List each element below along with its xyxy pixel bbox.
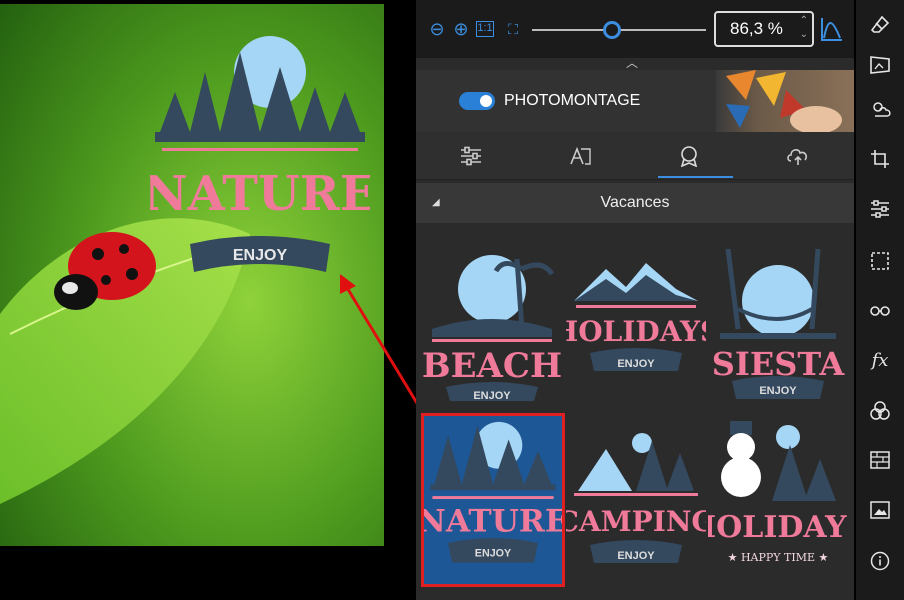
sticker-title: NATURE — [424, 503, 562, 539]
text-icon — [569, 146, 591, 165]
zoom-slider-knob[interactable] — [603, 21, 621, 39]
photomontage-toggle[interactable] — [459, 92, 495, 110]
weather-icon[interactable] — [856, 84, 904, 134]
crop-icon[interactable] — [856, 134, 904, 184]
category-header[interactable]: ◢ Vacances — [416, 183, 854, 223]
actual-size-icon[interactable]: 1:1 — [476, 21, 494, 37]
sticker-ribbon: ENJOY — [475, 548, 511, 560]
banner-image — [716, 70, 854, 132]
tab-stickers[interactable] — [634, 132, 743, 180]
blend-icon[interactable] — [856, 386, 904, 436]
zoom-out-icon[interactable]: ⊖ — [426, 18, 448, 40]
sticker-ribbon: ENJOY — [473, 390, 511, 401]
sticker-title: HOLIDAYS — [708, 510, 848, 545]
zoom-spinner-icon[interactable]: ⌃ ⌄ — [800, 14, 808, 42]
frame-icon[interactable] — [856, 486, 904, 536]
sticker-nature[interactable]: NATURE ENJOY — [417, 413, 569, 587]
tools-toolbar: fx — [856, 0, 904, 600]
histogram-icon[interactable] — [820, 16, 844, 42]
sticker-ribbon: ENJOY — [617, 358, 655, 370]
zoom-value: 86,3 % — [730, 19, 783, 38]
nature-logo-sticker[interactable]: NATURE ENJOY — [150, 32, 370, 292]
zoom-bar: ⊖ ⊕ 1:1 ⛶ 86,3 % ⌃ ⌄ ︿ — [416, 0, 854, 70]
logo-title: NATURE — [150, 166, 370, 222]
cloud-icon — [786, 149, 807, 165]
app-window: NATURE ENJOY ⊖ ⊕ 1:1 ⛶ 86,3 % ⌃ ⌄ ︿ PHOT… — [0, 0, 904, 600]
sticker-panel: ⊖ ⊕ 1:1 ⛶ 86,3 % ⌃ ⌄ ︿ PHOTOMONTAGE ◢ Va… — [416, 0, 854, 600]
sticker-holidays[interactable]: HOLIDAYS ENJOY — [552, 229, 720, 401]
tab-adjustments[interactable] — [416, 132, 525, 180]
panel-tabs — [416, 132, 854, 180]
tab-text[interactable] — [525, 132, 634, 180]
tab-cloud[interactable] — [743, 132, 852, 180]
sticker-grid: BEACH ENJOY HOLIDAYS ENJOY — [416, 223, 854, 600]
zoom-in-icon[interactable]: ⊕ — [450, 18, 472, 40]
category-title: Vacances — [600, 194, 670, 211]
sticker-title: CAMPING — [566, 505, 706, 538]
glasses-icon[interactable] — [856, 286, 904, 336]
adjust-icon[interactable] — [856, 184, 904, 234]
sliders-icon — [460, 146, 481, 166]
fx-icon[interactable]: fx — [856, 336, 904, 386]
sticker-ribbon: ★ HAPPY TIME ★ — [728, 551, 829, 564]
sticker-siesta[interactable]: SIESTA ENJOY — [708, 229, 848, 401]
sticker-ribbon: ENJOY — [759, 385, 797, 397]
collapse-chevron-icon[interactable]: ︿ — [626, 54, 638, 71]
logo-ribbon: ENJOY — [233, 247, 288, 264]
sticker-title: HOLIDAYS — [566, 315, 706, 348]
sticker-camping[interactable]: CAMPING ENJOY — [557, 419, 715, 591]
sticker-title: BEACH — [422, 346, 562, 386]
photo-canvas[interactable]: NATURE ENJOY — [0, 4, 384, 546]
fit-screen-icon[interactable]: ⛶ — [502, 18, 524, 40]
photomontage-banner[interactable]: PHOTOMONTAGE — [416, 70, 854, 132]
info-icon[interactable] — [856, 536, 904, 586]
sticker-holidays-snowman[interactable]: HOLIDAYS ★ HAPPY TIME ★ — [688, 419, 854, 591]
badge-icon — [680, 146, 697, 168]
zoom-input[interactable]: 86,3 % ⌃ ⌄ — [714, 11, 814, 47]
sticker-beach[interactable]: BEACH ENJOY — [422, 229, 562, 402]
texture-icon[interactable] — [856, 436, 904, 486]
selection-icon[interactable] — [856, 236, 904, 286]
photomontage-label: PHOTOMONTAGE — [504, 92, 641, 109]
perspective-icon[interactable] — [856, 40, 904, 90]
sticker-ribbon: ENJOY — [617, 550, 655, 562]
